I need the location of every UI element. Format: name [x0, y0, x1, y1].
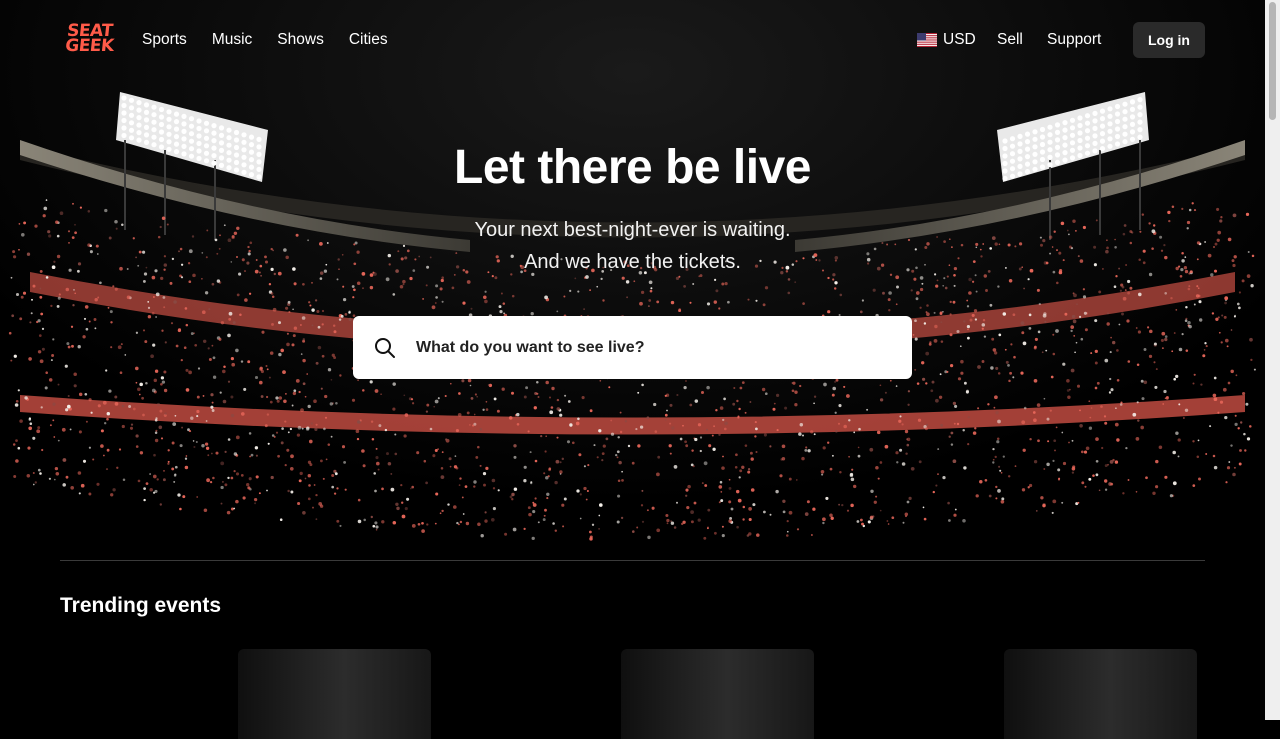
- currency-label: USD: [943, 31, 976, 48]
- nav-music[interactable]: Music: [212, 31, 252, 49]
- currency-selector[interactable]: USD: [917, 31, 976, 49]
- nav-sports[interactable]: Sports: [142, 31, 187, 49]
- nav-cities[interactable]: Cities: [349, 31, 388, 49]
- login-button[interactable]: Log in: [1133, 22, 1205, 58]
- hero-subtitle-line-2: And we have the tickets.: [524, 251, 741, 273]
- main-nav-links: Sports Music Shows Cities: [142, 31, 413, 49]
- seatgeek-logo[interactable]: SEAT GEEK: [64, 21, 115, 56]
- trending-event-card[interactable]: [238, 649, 431, 739]
- nav-shows[interactable]: Shows: [277, 31, 324, 49]
- page-scrollbar[interactable]: [1265, 0, 1280, 720]
- search-icon: [375, 337, 395, 358]
- hero-subtitle: Your next best-night-ever is waiting. An…: [0, 214, 1265, 278]
- us-flag-icon: [917, 33, 937, 47]
- section-divider: [60, 560, 1205, 561]
- top-navigation: SEAT GEEK Sports Music Shows Cities USD …: [0, 0, 1265, 80]
- logo-line-2: GEEK: [64, 36, 115, 56]
- hero-title: Let there be live: [454, 141, 811, 194]
- trending-event-card[interactable]: [1004, 649, 1197, 739]
- support-link[interactable]: Support: [1047, 31, 1101, 49]
- scrollbar-thumb[interactable]: [1269, 2, 1276, 120]
- search-bar[interactable]: [353, 316, 912, 379]
- trending-event-card[interactable]: [621, 649, 814, 739]
- hero-subtitle-line-1: Your next best-night-ever is waiting.: [474, 219, 791, 241]
- sell-link[interactable]: Sell: [997, 31, 1023, 49]
- trending-events-heading: Trending events: [60, 594, 222, 617]
- search-input[interactable]: [414, 337, 878, 358]
